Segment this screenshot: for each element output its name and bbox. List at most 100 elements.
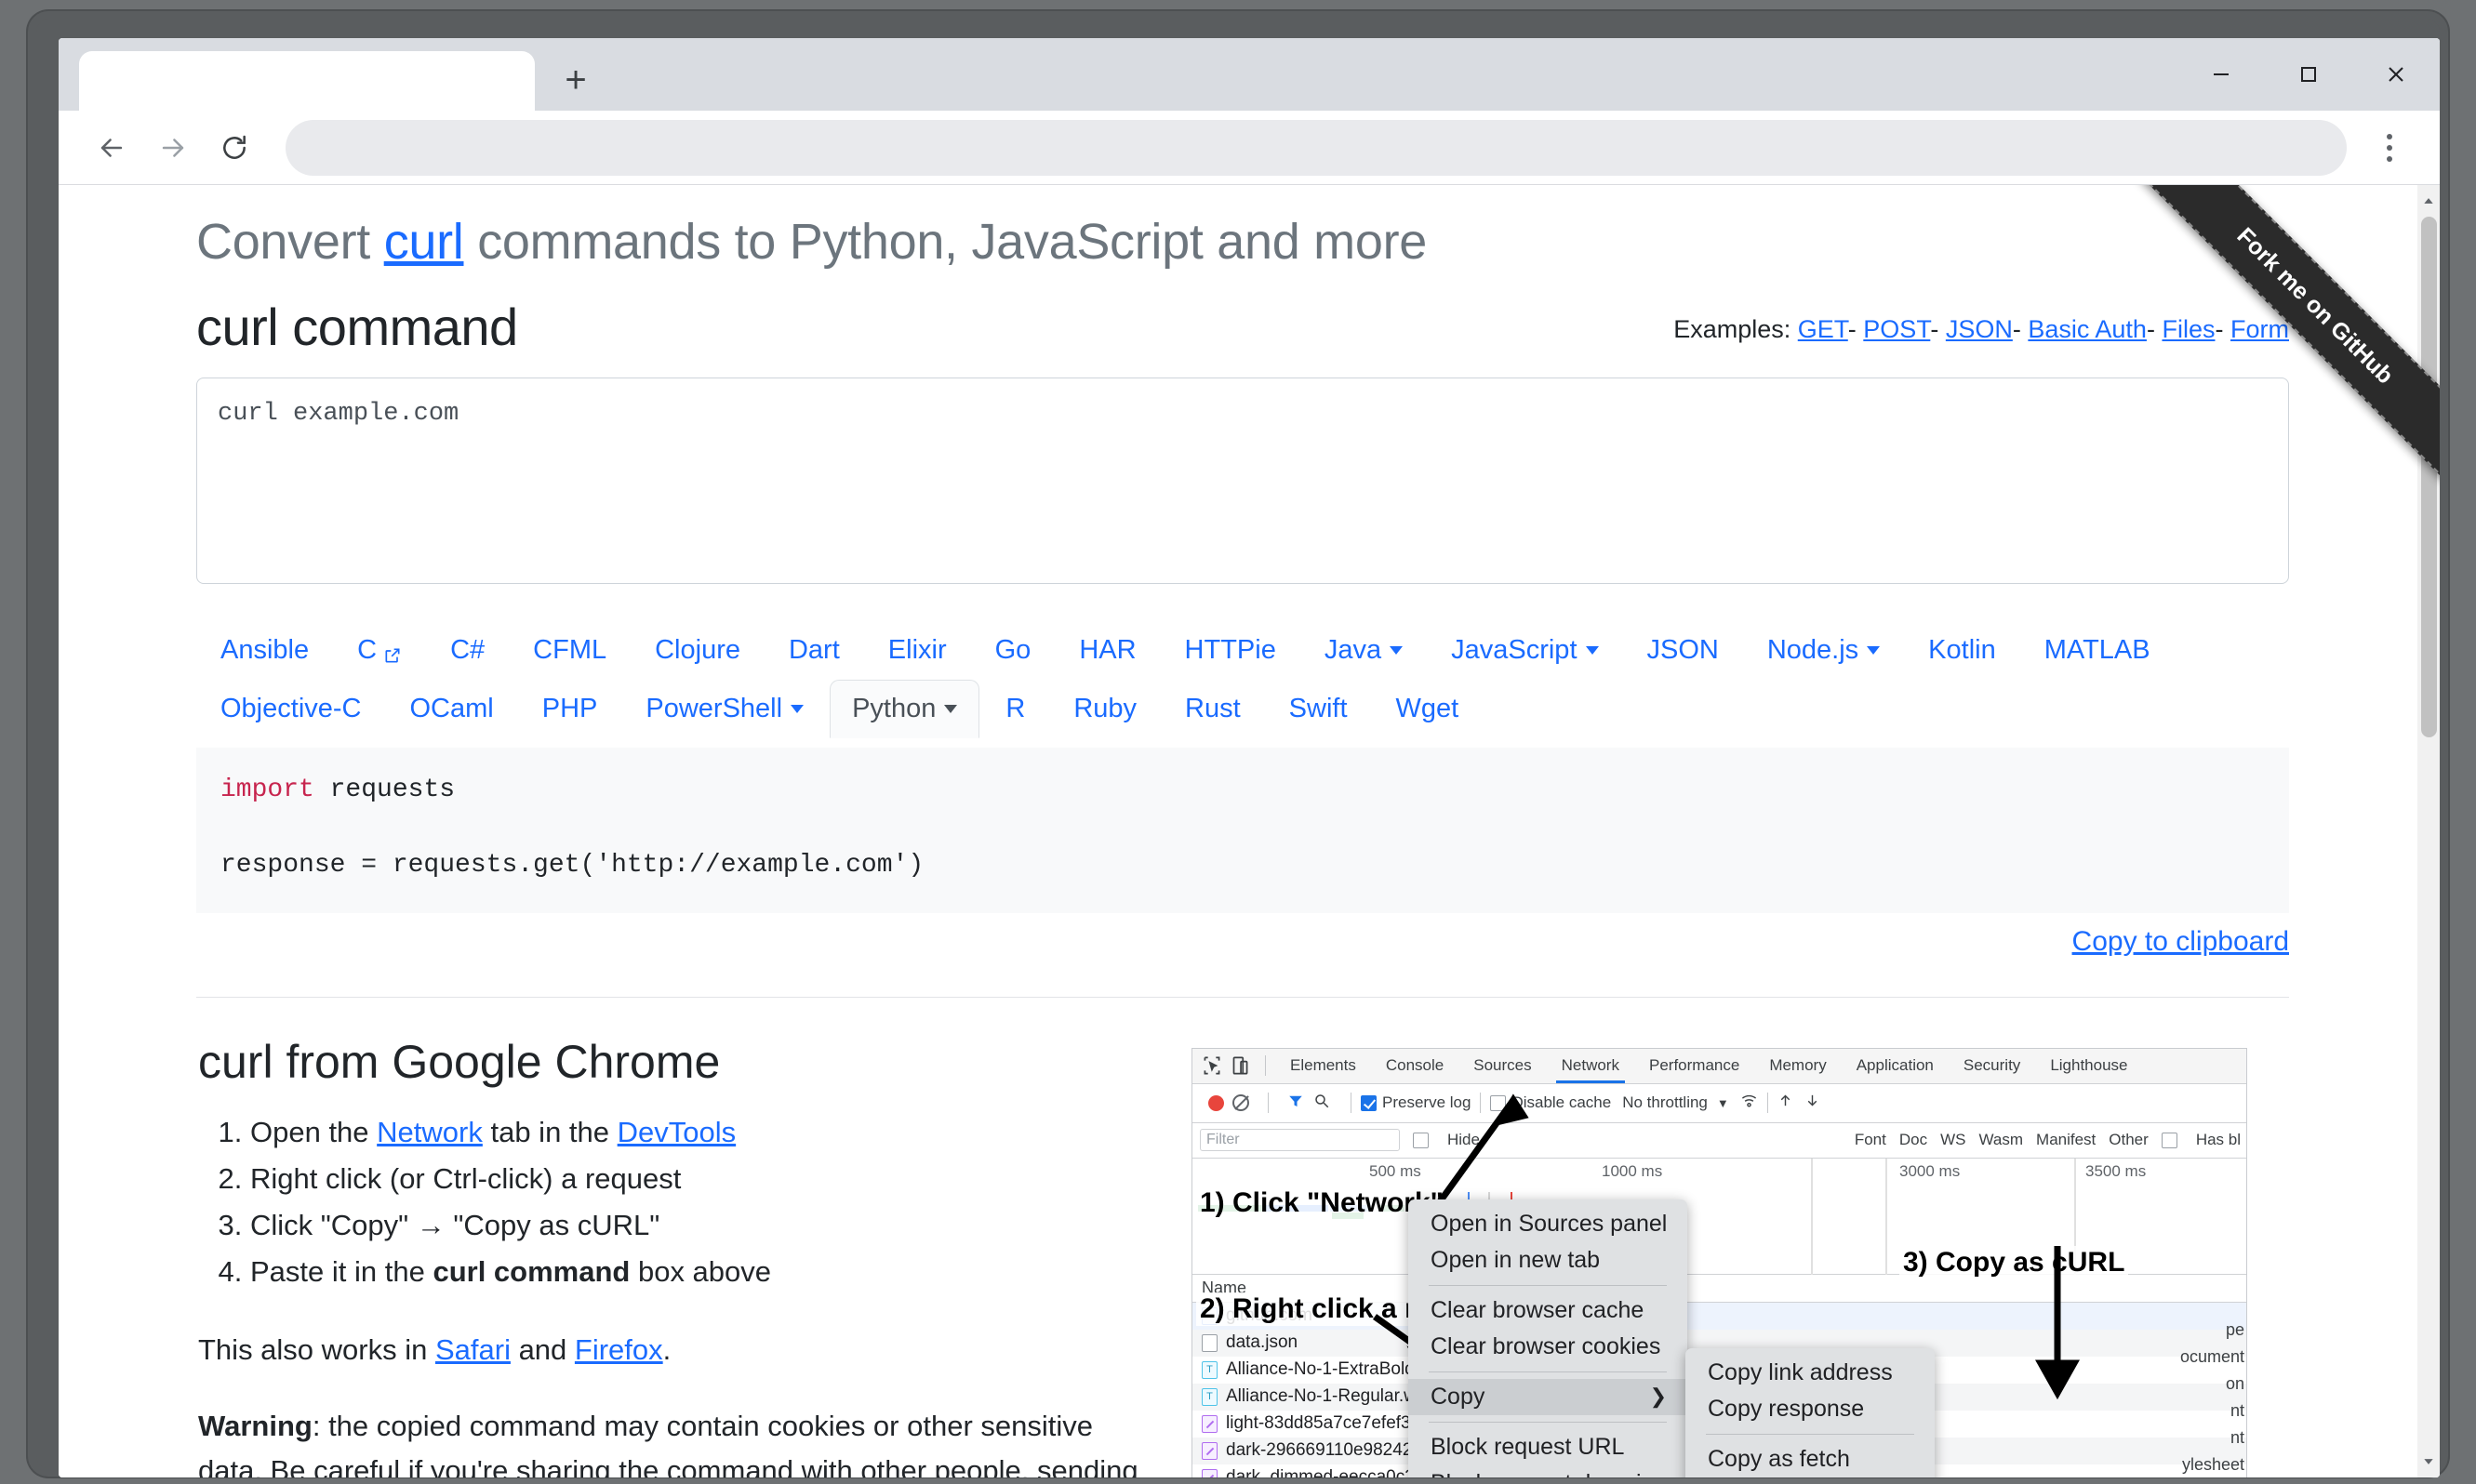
menu-item-clear-browser-cache[interactable]: Clear browser cache — [1408, 1292, 1687, 1329]
language-tab-node-js[interactable]: Node.js — [1745, 621, 1902, 680]
wifi-settings-icon[interactable] — [1740, 1092, 1758, 1114]
scroll-down-arrow-icon[interactable] — [2417, 1446, 2440, 1477]
type-filter-manifest[interactable]: Manifest — [2036, 1131, 2096, 1149]
language-tab-ocaml[interactable]: OCaml — [388, 680, 516, 738]
import-har-icon[interactable] — [1777, 1093, 1793, 1113]
copy-menu-item-copy-as-fetch[interactable]: Copy as fetch — [1685, 1441, 1935, 1477]
language-tab-matlab[interactable]: MATLAB — [2022, 621, 2173, 680]
minimize-button[interactable] — [2177, 38, 2265, 111]
language-tab-cfml[interactable]: CFML — [511, 621, 629, 680]
devtools-tab-performance[interactable]: Performance — [1634, 1049, 1754, 1084]
language-tab-r[interactable]: R — [983, 680, 1047, 738]
language-tab-php[interactable]: PHP — [520, 680, 620, 738]
kebab-menu-icon[interactable] — [2362, 117, 2417, 179]
type-filter-font[interactable]: Font — [1855, 1131, 1886, 1149]
scrollbar-thumb[interactable] — [2421, 217, 2437, 737]
record-icon[interactable] — [1208, 1094, 1224, 1111]
devtools-tab-sources[interactable]: Sources — [1458, 1049, 1546, 1084]
language-tab-har[interactable]: HAR — [1057, 621, 1158, 680]
throttling-select[interactable]: No throttling — [1622, 1093, 1708, 1112]
language-tab-java[interactable]: Java — [1302, 621, 1425, 680]
copy-to-clipboard-link[interactable]: Copy to clipboard — [2072, 926, 2289, 957]
copy-submenu[interactable]: Copy link address Copy response Copy as fe… — [1685, 1347, 1935, 1477]
timeline-tick-3000: 3000 ms — [1899, 1161, 1961, 1180]
menu-item-label: Copy as fetch — [1708, 1445, 1850, 1472]
menu-item-clear-browser-cookies[interactable]: Clear browser cookies — [1408, 1329, 1687, 1365]
language-tab-wget[interactable]: Wget — [1374, 680, 1482, 738]
example-link-post[interactable]: POST — [1863, 315, 1930, 343]
example-link-json[interactable]: JSON — [1946, 315, 2013, 343]
request-context-menu[interactable]: Open in Sources panel Open in new tab Clea… — [1408, 1199, 1687, 1477]
hide-checkbox[interactable] — [1413, 1132, 1429, 1148]
browser-tab[interactable] — [79, 51, 535, 111]
type-filter-other[interactable]: Other — [2109, 1131, 2149, 1149]
devtools-tab-application[interactable]: Application — [1842, 1049, 1949, 1084]
firefox-link[interactable]: Firefox — [575, 1333, 663, 1366]
device-toolbar-icon[interactable] — [1228, 1053, 1252, 1078]
language-tab-c[interactable]: C — [335, 621, 424, 680]
language-tab-objective-c[interactable]: Objective-C — [198, 680, 384, 738]
language-tab-json[interactable]: JSON — [1625, 621, 1741, 680]
new-tab-button[interactable]: + — [550, 54, 602, 106]
clear-icon[interactable] — [1232, 1094, 1249, 1112]
search-icon[interactable] — [1313, 1093, 1330, 1114]
devtools-tab-console[interactable]: Console — [1371, 1049, 1458, 1084]
type-filter-doc[interactable]: Doc — [1899, 1131, 1927, 1149]
language-tab-c-[interactable]: C# — [428, 621, 507, 680]
type-filter-wasm[interactable]: Wasm — [1979, 1131, 2024, 1149]
menu-item-block-request-domain[interactable]: Block request domain — [1408, 1465, 1687, 1477]
menu-item-open-in-new-tab[interactable]: Open in new tab — [1408, 1242, 1687, 1279]
language-tab-elixir[interactable]: Elixir — [866, 621, 969, 680]
language-tab-kotlin[interactable]: Kotlin — [1906, 621, 2018, 680]
example-link-basic-auth[interactable]: Basic Auth — [2028, 315, 2147, 343]
example-link-files[interactable]: Files — [2162, 315, 2215, 343]
language-tab-python[interactable]: Python — [830, 680, 980, 738]
reload-icon[interactable] — [204, 117, 265, 179]
browser-toolbar — [59, 111, 2440, 185]
filter-input[interactable]: Filter — [1200, 1129, 1400, 1152]
filter-icon[interactable] — [1287, 1093, 1304, 1114]
network-link[interactable]: Network — [377, 1116, 483, 1148]
menu-item-block-request-url[interactable]: Block request URL — [1408, 1429, 1687, 1465]
language-tab-httpie[interactable]: HTTPie — [1163, 621, 1298, 680]
scroll-up-arrow-icon[interactable] — [2417, 185, 2440, 217]
copy-menu-item-copy-link-address[interactable]: Copy link address — [1685, 1355, 1935, 1391]
language-tab-clojure[interactable]: Clojure — [632, 621, 763, 680]
screen: + Fork me on GitHub Convert curl command… — [59, 38, 2440, 1477]
devtools-tab-security[interactable]: Security — [1949, 1049, 2035, 1084]
language-tab-javascript[interactable]: JavaScript — [1429, 621, 1620, 680]
language-tab-rust[interactable]: Rust — [1163, 680, 1263, 738]
example-link-form[interactable]: Form — [2230, 315, 2289, 343]
type-filter-ws[interactable]: WS — [1940, 1131, 1965, 1149]
language-tab-ruby[interactable]: Ruby — [1051, 680, 1159, 738]
language-tab-ansible[interactable]: Ansible — [198, 621, 331, 680]
menu-item-copy[interactable]: Copy ❯ — [1408, 1378, 1687, 1415]
curl-link[interactable]: curl — [384, 214, 464, 270]
forward-arrow-icon[interactable] — [142, 117, 204, 179]
language-tab-powershell[interactable]: PowerShell — [623, 680, 826, 738]
chevron-down-icon[interactable]: ▼ — [1717, 1096, 1729, 1110]
devtools-tab-memory[interactable]: Memory — [1754, 1049, 1841, 1084]
has-blocked-checkbox[interactable] — [2161, 1132, 2177, 1148]
curl-command-input[interactable]: curl example.com — [196, 378, 2289, 584]
copy-menu-item-copy-response[interactable]: Copy response — [1685, 1391, 1935, 1427]
language-tab-swift[interactable]: Swift — [1267, 680, 1370, 738]
language-tab-go[interactable]: Go — [973, 621, 1054, 680]
devtools-tab-network[interactable]: Network — [1547, 1049, 1634, 1084]
devtools-link[interactable]: DevTools — [618, 1116, 737, 1148]
inspect-element-icon[interactable] — [1200, 1053, 1224, 1078]
address-bar[interactable] — [286, 119, 2347, 176]
close-button[interactable] — [2352, 38, 2440, 111]
hide-label: Hide — [1447, 1131, 1480, 1149]
export-har-icon[interactable] — [1804, 1093, 1820, 1113]
language-tab-dart[interactable]: Dart — [766, 621, 862, 680]
maximize-button[interactable] — [2265, 38, 2352, 111]
disable-cache-checkbox[interactable] — [1490, 1094, 1507, 1111]
menu-item-open-in-sources-panel[interactable]: Open in Sources panel — [1408, 1206, 1687, 1242]
example-link-get[interactable]: GET — [1798, 315, 1848, 343]
devtools-tab-elements[interactable]: Elements — [1275, 1049, 1371, 1084]
preserve-log-checkbox[interactable] — [1361, 1094, 1377, 1111]
devtools-tab-lighthouse[interactable]: Lighthouse — [2035, 1049, 2142, 1084]
safari-link[interactable]: Safari — [435, 1333, 511, 1366]
back-arrow-icon[interactable] — [81, 117, 142, 179]
